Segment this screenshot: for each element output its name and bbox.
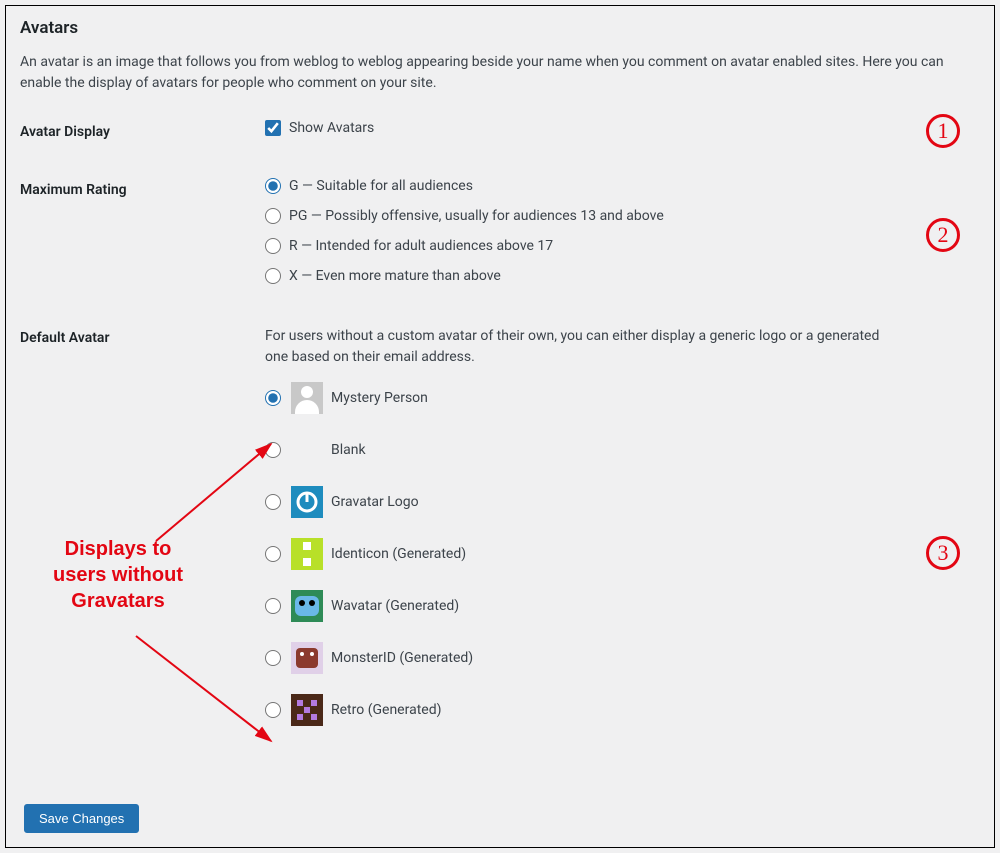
section-description: An avatar is an image that follows you f… — [20, 52, 960, 94]
radio-input-avatar-identicon[interactable] — [265, 546, 281, 562]
radio-label-rating-x: X — Even more mature than above — [289, 268, 501, 284]
annotation-badge-2: 2 — [926, 218, 960, 252]
label-default-avatar: Default Avatar — [20, 326, 265, 346]
radio-rating-g[interactable]: G — Suitable for all audiences — [265, 178, 980, 194]
radio-label-avatar-monsterid: MonsterID (Generated) — [331, 650, 473, 666]
avatars-settings-panel: Avatars An avatar is an image that follo… — [5, 5, 995, 848]
radio-input-rating-pg[interactable] — [265, 208, 281, 224]
radio-avatar-identicon[interactable]: Identicon (Generated) — [265, 538, 980, 570]
radio-input-avatar-mystery[interactable] — [265, 390, 281, 406]
monsterid-icon — [291, 642, 323, 674]
blank-icon — [291, 434, 323, 466]
radio-label-avatar-blank: Blank — [331, 442, 366, 458]
radio-input-avatar-retro[interactable] — [265, 702, 281, 718]
identicon-icon — [291, 538, 323, 570]
radio-input-avatar-monsterid[interactable] — [265, 650, 281, 666]
radio-avatar-blank[interactable]: Blank — [265, 434, 980, 466]
radio-avatar-retro[interactable]: Retro (Generated) — [265, 694, 980, 726]
label-avatar-display: Avatar Display — [20, 120, 265, 140]
radio-input-avatar-gravatar[interactable] — [265, 494, 281, 510]
annotation-badge-1: 1 — [926, 114, 960, 148]
radio-label-rating-r: R — Intended for adult audiences above 1… — [289, 238, 553, 254]
radio-input-rating-r[interactable] — [265, 238, 281, 254]
radio-rating-pg[interactable]: PG — Possibly offensive, usually for aud… — [265, 208, 980, 224]
checkbox-show-avatars[interactable]: Show Avatars — [265, 120, 980, 136]
gravatar-logo-icon — [291, 486, 323, 518]
radio-label-avatar-identicon: Identicon (Generated) — [331, 546, 466, 562]
annotation-badge-3: 3 — [926, 536, 960, 570]
radio-label-avatar-wavatar: Wavatar (Generated) — [331, 598, 459, 614]
radio-avatar-mystery[interactable]: Mystery Person — [265, 382, 980, 414]
wavatar-icon — [291, 590, 323, 622]
radio-input-rating-g[interactable] — [265, 178, 281, 194]
label-maximum-rating: Maximum Rating — [20, 178, 265, 198]
section-heading: Avatars — [20, 18, 980, 38]
radio-input-rating-x[interactable] — [265, 268, 281, 284]
radio-avatar-wavatar[interactable]: Wavatar (Generated) — [265, 590, 980, 622]
row-maximum-rating: Maximum Rating G — Suitable for all audi… — [20, 178, 980, 298]
radio-rating-x[interactable]: X — Even more mature than above — [265, 268, 980, 284]
radio-label-avatar-mystery: Mystery Person — [331, 390, 428, 406]
checkbox-label-show-avatars: Show Avatars — [289, 120, 374, 136]
checkbox-input-show-avatars[interactable] — [265, 120, 281, 136]
save-changes-button[interactable]: Save Changes — [24, 804, 139, 833]
radio-avatar-monsterid[interactable]: MonsterID (Generated) — [265, 642, 980, 674]
radio-rating-r[interactable]: R — Intended for adult audiences above 1… — [265, 238, 980, 254]
radio-input-avatar-wavatar[interactable] — [265, 598, 281, 614]
row-avatar-display: Avatar Display Show Avatars 1 — [20, 120, 980, 150]
radio-input-avatar-blank[interactable] — [265, 442, 281, 458]
radio-label-avatar-retro: Retro (Generated) — [331, 702, 441, 718]
helper-default-avatar: For users without a custom avatar of the… — [265, 326, 905, 368]
annotation-text: Displays to users without Gravatars — [38, 536, 198, 614]
radio-label-rating-pg: PG — Possibly offensive, usually for aud… — [289, 208, 664, 224]
radio-label-avatar-gravatar: Gravatar Logo — [331, 494, 419, 510]
radio-label-rating-g: G — Suitable for all audiences — [289, 178, 473, 194]
retro-icon — [291, 694, 323, 726]
mystery-person-icon — [291, 382, 323, 414]
radio-avatar-gravatar[interactable]: Gravatar Logo — [265, 486, 980, 518]
